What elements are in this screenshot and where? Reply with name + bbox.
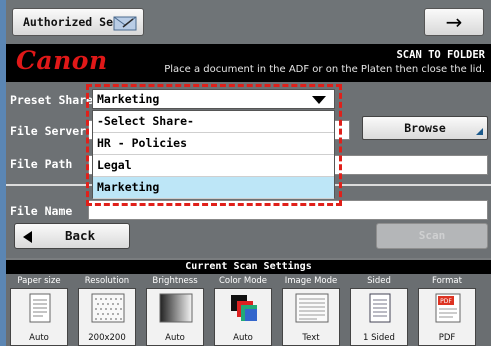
color-squares-icon bbox=[231, 295, 257, 321]
corner-triangle-icon bbox=[476, 128, 483, 135]
tile-value: Auto bbox=[233, 333, 253, 343]
next-button[interactable]: → bbox=[424, 8, 484, 36]
back-button[interactable]: Back bbox=[14, 223, 130, 249]
pdf-file-icon: PDF bbox=[435, 293, 461, 323]
image-mode-tile[interactable]: Image Mode Text bbox=[280, 276, 342, 346]
pdf-badge: PDF bbox=[440, 298, 452, 305]
tile-name: Sided bbox=[367, 276, 391, 286]
tile-name: Resolution bbox=[84, 276, 130, 286]
instruction-text: Place a document in the ADF or on the Pl… bbox=[164, 64, 485, 75]
file-server-label: File Server bbox=[10, 124, 87, 138]
tile-value: Auto bbox=[29, 333, 49, 343]
file-path-label: File Path bbox=[10, 157, 73, 171]
header-band: Canon SCAN TO FOLDER Place a document in… bbox=[6, 44, 491, 82]
tile-value: PDF bbox=[438, 333, 456, 343]
right-arrow-icon: → bbox=[445, 10, 463, 34]
page-title: SCAN TO FOLDER bbox=[396, 49, 485, 61]
envelope-icon bbox=[113, 16, 137, 31]
brightness-tile[interactable]: Brightness Auto bbox=[144, 276, 206, 346]
back-label: Back bbox=[65, 228, 96, 243]
canon-logo: Canon bbox=[16, 46, 108, 75]
authorized-send-label: Authorized Send bbox=[23, 15, 127, 29]
dots-grid-icon bbox=[91, 293, 125, 323]
preset-share-label: Preset Share bbox=[10, 93, 94, 107]
format-tile[interactable]: Format PDF PDF bbox=[416, 276, 478, 346]
scan-button[interactable]: Scan bbox=[376, 223, 488, 249]
text-page-icon bbox=[295, 293, 329, 323]
left-arrow-icon bbox=[23, 231, 32, 243]
file-name-label: File Name bbox=[10, 204, 73, 218]
highlight-box bbox=[86, 84, 342, 206]
document-icon bbox=[29, 293, 51, 323]
tile-value: Auto bbox=[165, 333, 185, 343]
tile-name: Brightness bbox=[152, 276, 198, 286]
tile-value: 1 Sided bbox=[363, 333, 395, 343]
brightness-gradient-icon bbox=[159, 293, 193, 323]
browse-button[interactable]: Browse bbox=[362, 116, 488, 140]
tile-name: Format bbox=[432, 276, 462, 286]
resolution-tile[interactable]: Resolution 200x200 bbox=[76, 276, 138, 346]
settings-title: Current Scan Settings bbox=[6, 260, 491, 274]
tile-value: Text bbox=[302, 333, 320, 343]
browse-label: Browse bbox=[404, 121, 446, 135]
tile-value: 200x200 bbox=[88, 333, 126, 343]
paper-size-tile[interactable]: Paper size Auto bbox=[8, 276, 70, 346]
tile-name: Paper size bbox=[17, 276, 61, 286]
tile-name: Color Mode bbox=[218, 276, 268, 286]
color-mode-tile[interactable]: Color Mode Auto bbox=[212, 276, 274, 346]
sided-tile[interactable]: Sided 1 Sided bbox=[348, 276, 410, 346]
single-page-icon bbox=[369, 293, 391, 323]
authorized-send-button[interactable]: Authorized Send bbox=[12, 8, 144, 36]
tile-name: Image Mode bbox=[284, 276, 338, 286]
